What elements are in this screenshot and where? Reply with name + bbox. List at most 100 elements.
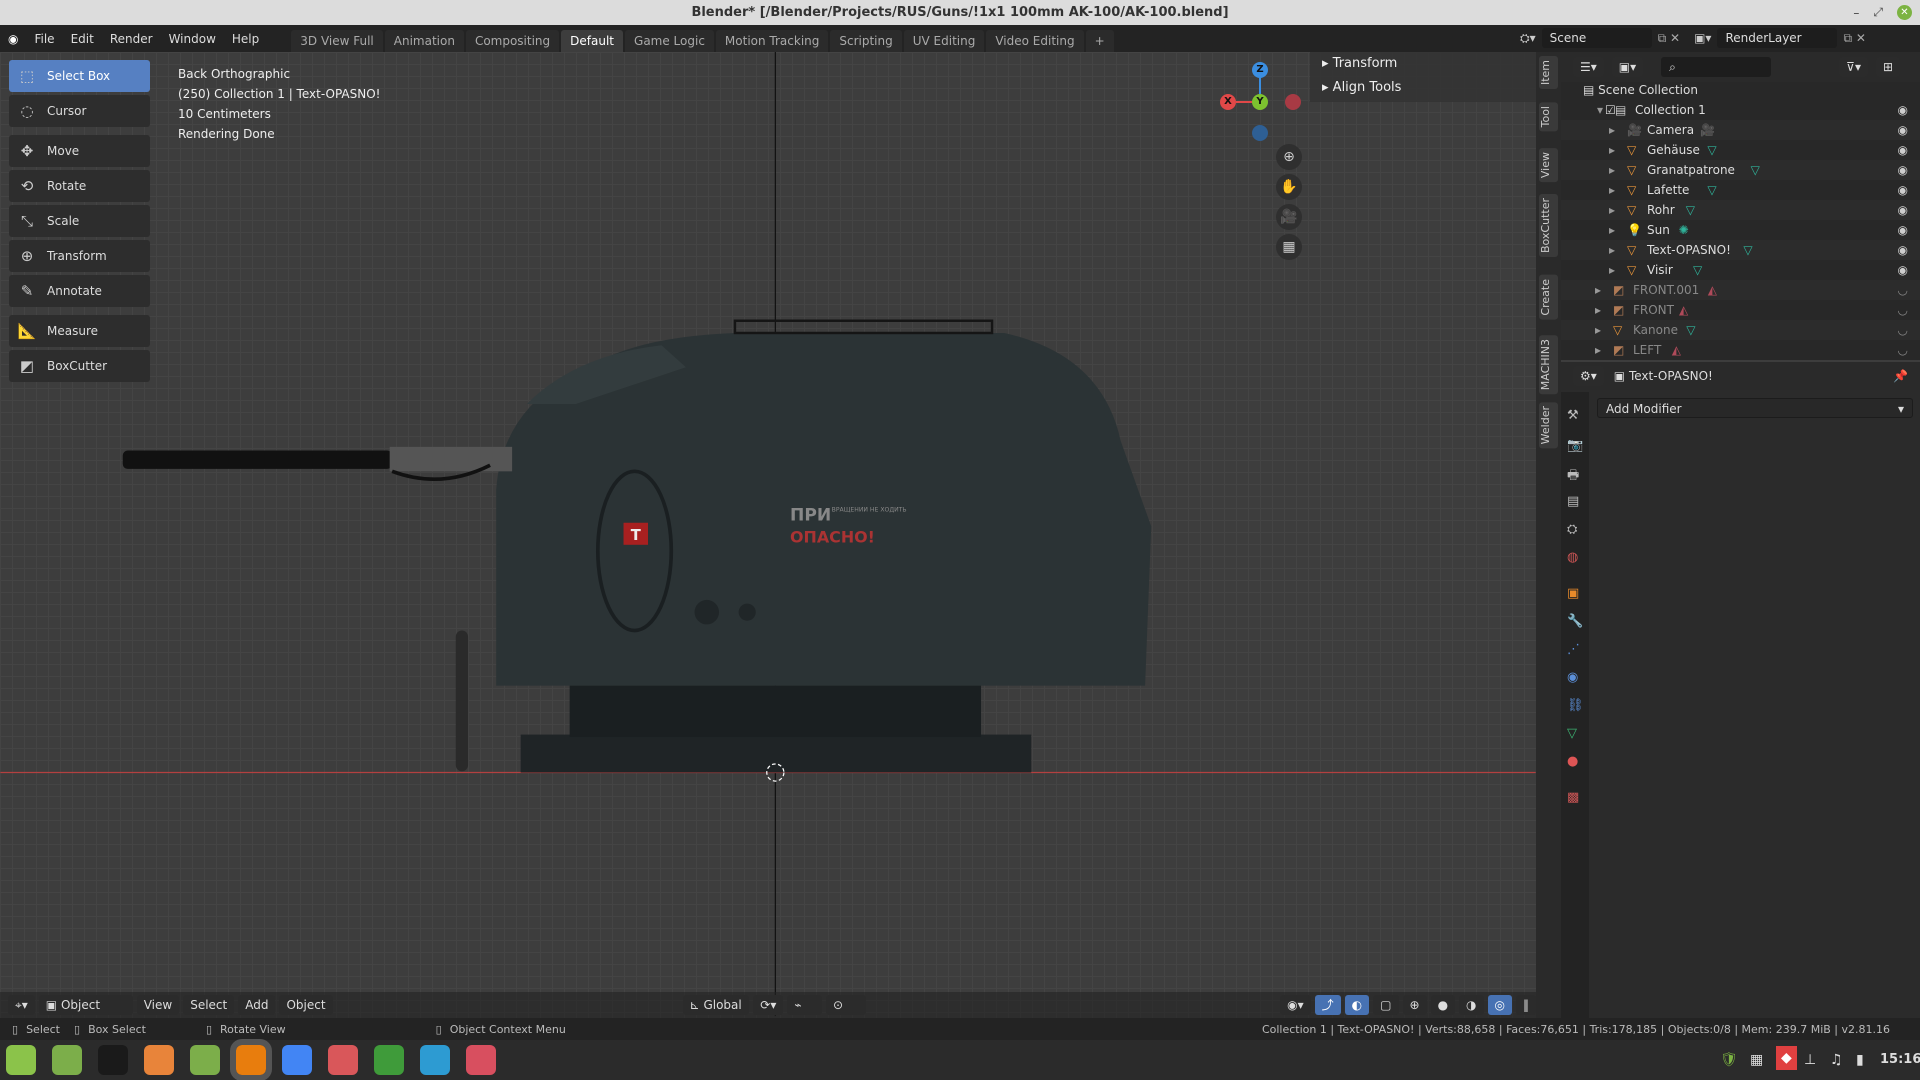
outliner-item[interactable]: ☑ ▾ ▤ Collection 1 ◉	[1561, 100, 1920, 120]
eye-icon[interactable]: ◉	[1898, 220, 1908, 240]
tool-measure[interactable]: 📐 Measure	[9, 315, 150, 347]
workspace-tab-3d-view-full[interactable]: 3D View Full	[291, 30, 383, 52]
eye-closed-icon[interactable]: ◡	[1898, 340, 1908, 360]
eye-icon[interactable]: ◉	[1898, 140, 1908, 160]
gizmo-neg-x[interactable]	[1285, 94, 1301, 110]
mesh-data-icon[interactable]: ▽	[1707, 140, 1716, 160]
close-button[interactable]: ✕	[1897, 5, 1912, 20]
tool-boxcutter[interactable]: ◩ BoxCutter	[9, 350, 150, 382]
workspace-tab-compositing[interactable]: Compositing	[465, 30, 560, 52]
expand-arrow-icon[interactable]: ▸	[1595, 340, 1601, 360]
image-data-icon[interactable]: ◭	[1708, 280, 1717, 300]
reader-icon[interactable]	[328, 1045, 358, 1075]
workspace-tab-uv-editing[interactable]: UV Editing	[903, 30, 985, 52]
expand-arrow-icon[interactable]: ▸	[1609, 180, 1615, 200]
outliner-item[interactable]: ▸ ◩ FRONT.001 ◭ ◡	[1561, 280, 1920, 300]
gizmo-x[interactable]: X	[1220, 94, 1236, 110]
copy-scene-icon[interactable]: ⧉ ✕	[1658, 31, 1680, 46]
outliner-item[interactable]: ▸ 🎥 Camera 🎥 ◉	[1561, 120, 1920, 140]
expand-arrow-icon[interactable]: ▸	[1609, 240, 1615, 260]
camera-data-icon[interactable]: 🎥	[1700, 120, 1715, 140]
menu-select[interactable]: Select	[183, 995, 235, 1015]
orientation-dropdown[interactable]: ⊾ Global ▾	[682, 995, 750, 1032]
display-mode-icon[interactable]: ☰▾	[1573, 57, 1604, 77]
expand-arrow-icon[interactable]: ▸	[1609, 220, 1615, 240]
gizmo-z[interactable]: Z	[1252, 62, 1268, 78]
particles-tab-icon[interactable]: ⋰	[1567, 642, 1580, 657]
expand-arrow-icon[interactable]: ▾	[1597, 100, 1603, 120]
expand-arrow-icon[interactable]: ▸	[1595, 300, 1601, 320]
eye-closed-icon[interactable]: ◡	[1898, 300, 1908, 320]
workspace-tab-motion-tracking[interactable]: Motion Tracking	[715, 30, 829, 52]
expand-arrow-icon[interactable]: ▸	[1595, 320, 1601, 340]
gizmo-toggle-icon[interactable]: ⤴	[1314, 995, 1341, 1015]
side-tab-create[interactable]: Create	[1539, 275, 1558, 320]
mesh-data-icon[interactable]: ▽	[1751, 160, 1760, 180]
wireframe-shading-icon[interactable]: ⊕	[1402, 995, 1427, 1015]
firefox-icon[interactable]	[144, 1045, 174, 1075]
texture-tab-icon[interactable]: ▩	[1567, 790, 1579, 805]
solid-shading-icon[interactable]: ●	[1430, 995, 1456, 1015]
side-tab-boxcutter[interactable]: BoxCutter	[1539, 194, 1558, 258]
expand-arrow-icon[interactable]: ▸	[1609, 160, 1615, 180]
clock[interactable]: 15:16	[1880, 1052, 1920, 1067]
overlay-toggle-icon[interactable]: ◐	[1344, 995, 1370, 1015]
chrome-icon[interactable]	[282, 1045, 312, 1075]
battery-icon[interactable]: ▮	[1856, 1052, 1864, 1068]
menu-file[interactable]: File	[26, 32, 62, 46]
view-layer-field[interactable]: RenderLayer	[1717, 28, 1838, 48]
copy-view-layer-icon[interactable]: ⧉ ✕	[1843, 31, 1865, 46]
material-tab-icon[interactable]: ●	[1567, 754, 1578, 769]
monitor-icon[interactable]	[420, 1045, 450, 1075]
outliner-item[interactable]: ▸ ◩ FRONT ◭ ◡	[1561, 300, 1920, 320]
blender-icon[interactable]	[230, 1039, 272, 1080]
filter-icon[interactable]: ⊽▾	[1839, 57, 1868, 77]
side-tab-welder[interactable]: Welder	[1539, 402, 1558, 449]
outliner-item[interactable]: ▸ ▽ Rohr ▽ ◉	[1561, 200, 1920, 220]
outliner-item[interactable]: ▸ ▽ Text-OPASNO! ▽ ◉	[1561, 240, 1920, 260]
blender-logo-icon[interactable]: ◉	[0, 32, 26, 46]
outliner-item[interactable]: ▸ ▽ Kanone ▽ ◡	[1561, 320, 1920, 340]
tool-annotate[interactable]: ✎ Annotate	[9, 275, 150, 307]
image-data-icon[interactable]: ◭	[1679, 300, 1688, 320]
scene-collection[interactable]: ▤ Scene Collection	[1583, 80, 1698, 100]
side-tab-tool[interactable]: Tool	[1539, 102, 1558, 132]
mint-menu-icon[interactable]	[6, 1045, 36, 1075]
constraints-tab-icon[interactable]: ⛓	[1567, 698, 1584, 713]
eye-icon[interactable]: ◉	[1898, 120, 1908, 140]
scene-tab-icon[interactable]: ⛭	[1567, 522, 1577, 537]
eye-closed-icon[interactable]: ◡	[1898, 320, 1908, 340]
panel-transform[interactable]: ▸ Transform	[1322, 56, 1397, 71]
mesh-data-icon[interactable]: ▽	[1686, 320, 1695, 340]
files-icon[interactable]	[190, 1045, 220, 1075]
tool-scale[interactable]: ⤡ Scale	[9, 205, 150, 237]
expand-arrow-icon[interactable]: ▸	[1609, 120, 1615, 140]
zoom-icon[interactable]: ⊕	[1276, 144, 1302, 170]
side-tab-view[interactable]: View	[1539, 148, 1558, 183]
output-tab-icon[interactable]: 🖶	[1567, 466, 1579, 488]
outliner-item[interactable]: ▸ ▽ Visir ▽ ◉	[1561, 260, 1920, 280]
tool-tab-icon[interactable]: ⚒	[1567, 408, 1579, 423]
mesh-data-icon[interactable]: ▽	[1693, 260, 1702, 280]
visibility-icon[interactable]: ◉▾	[1280, 995, 1311, 1015]
ortho-grid-icon[interactable]: ▦	[1276, 234, 1302, 260]
tool-move[interactable]: ✥ Move	[9, 135, 150, 167]
eye-icon[interactable]: ◉	[1898, 160, 1908, 180]
mesh-data-icon[interactable]: ▽	[1707, 180, 1716, 200]
3d-viewport[interactable]: T ПРИ ВРАЩЕНИИ НЕ ХОДИТЬ ОПАСНО! ⬚ Select…	[0, 52, 1536, 1018]
render-tab-icon[interactable]: 📷	[1567, 438, 1583, 453]
menu-render[interactable]: Render	[102, 32, 161, 46]
terminal-icon[interactable]	[98, 1045, 128, 1075]
editor-type-icon[interactable]: ⌖▾	[8, 995, 35, 1015]
pause-render-icon[interactable]: ‖	[1516, 995, 1537, 1015]
menu-add[interactable]: Add	[238, 995, 276, 1015]
view-layer-icon[interactable]: ▣▾	[1694, 31, 1711, 45]
search-input[interactable]: ⌕	[1661, 57, 1772, 77]
new-collection-icon[interactable]: ⊞	[1875, 57, 1901, 77]
menu-edit[interactable]: Edit	[63, 32, 102, 46]
physics-tab-icon[interactable]: ◉	[1567, 670, 1578, 685]
rendered-shading-icon[interactable]: ◎	[1487, 995, 1513, 1015]
scene-name-field[interactable]: Scene	[1541, 28, 1652, 48]
menu-window[interactable]: Window	[161, 32, 224, 46]
mesh-data-icon[interactable]: ▽	[1743, 240, 1752, 260]
